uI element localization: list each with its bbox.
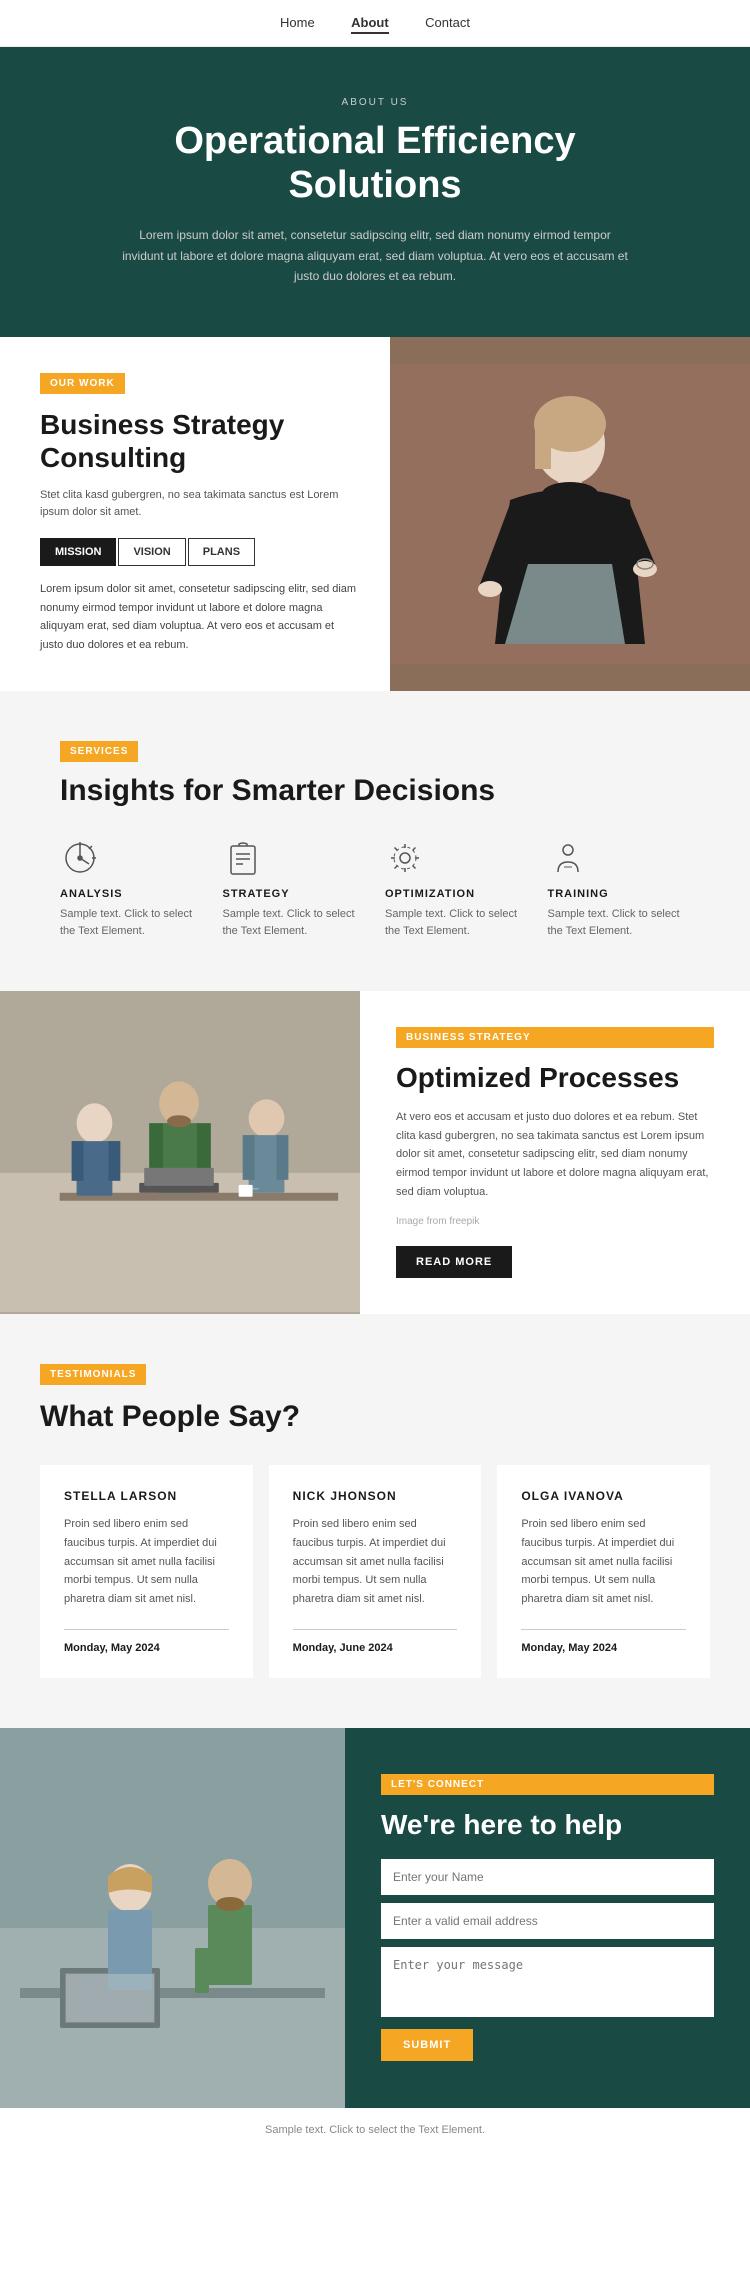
our-work-content: OUR WORK Business Strategy Consulting St… — [0, 337, 390, 691]
testimonial-divider-3 — [521, 1629, 686, 1630]
service-training: TRAINING Sample text. Click to select th… — [548, 838, 691, 941]
optimization-text: Sample text. Click to select the Text El… — [385, 906, 528, 941]
testimonial-stella-text: Proin sed libero enim sed faucibus turpi… — [64, 1515, 229, 1608]
biz-badge: BUSINESS STRATEGY — [396, 1027, 714, 1048]
analysis-text: Sample text. Click to select the Text El… — [60, 906, 203, 941]
contact-photo — [0, 1728, 345, 2108]
our-work-image — [390, 337, 750, 691]
testimonial-nick-date: Monday, June 2024 — [293, 1642, 458, 1654]
tabs-container: MISSION VISION PLANS — [40, 538, 360, 566]
submit-button[interactable]: SUBMIT — [381, 2029, 473, 2061]
nav-about[interactable]: About — [351, 15, 389, 34]
services-badge: SERVICES — [60, 741, 138, 762]
testimonials-title: What People Say? — [40, 1399, 710, 1435]
strategy-icon — [223, 838, 263, 878]
business-strategy-section: BUSINESS STRATEGY Optimized Processes At… — [0, 991, 750, 1314]
email-input[interactable] — [381, 1903, 714, 1939]
testimonials-grid: STELLA LARSON Proin sed libero enim sed … — [40, 1465, 710, 1677]
training-text: Sample text. Click to select the Text El… — [548, 906, 691, 941]
training-icon — [548, 838, 588, 878]
testimonial-divider-2 — [293, 1629, 458, 1630]
footer-note: Sample text. Click to select the Text El… — [0, 2108, 750, 2152]
contact-form: SUBMIT — [381, 1859, 714, 2061]
tab-plans[interactable]: PLANS — [188, 538, 255, 566]
tab-content-text: Lorem ipsum dolor sit amet, consetetur s… — [40, 580, 360, 655]
testimonial-olga: OLGA IVANOVA Proin sed libero enim sed f… — [497, 1465, 710, 1677]
nav-contact[interactable]: Contact — [425, 15, 470, 30]
tab-vision[interactable]: VISION — [118, 538, 185, 566]
name-input[interactable] — [381, 1859, 714, 1895]
our-work-badge: OUR WORK — [40, 373, 125, 394]
biz-image — [0, 991, 360, 1314]
biz-paragraph: At vero eos et accusam et justo duo dolo… — [396, 1108, 714, 1201]
analysis-icon — [60, 838, 100, 878]
hero-about-label: ABOUT US — [120, 97, 630, 108]
testimonial-stella-date: Monday, May 2024 — [64, 1642, 229, 1654]
testimonial-nick-text: Proin sed libero enim sed faucibus turpi… — [293, 1515, 458, 1608]
testimonial-stella: STELLA LARSON Proin sed libero enim sed … — [40, 1465, 253, 1677]
analysis-label: ANALYSIS — [60, 888, 203, 900]
navigation: Home About Contact — [0, 0, 750, 47]
optimization-label: OPTIMIZATION — [385, 888, 528, 900]
strategy-text: Sample text. Click to select the Text El… — [223, 906, 366, 941]
testimonial-divider-1 — [64, 1629, 229, 1630]
our-work-section: OUR WORK Business Strategy Consulting St… — [0, 337, 750, 691]
testimonial-olga-text: Proin sed libero enim sed faucibus turpi… — [521, 1515, 686, 1608]
service-analysis: ANALYSIS Sample text. Click to select th… — [60, 838, 203, 941]
testimonials-badge: TESTIMONIALS — [40, 1364, 146, 1385]
contact-section: LET'S CONNECT We're here to help SUBMIT — [0, 1728, 750, 2108]
testimonial-olga-date: Monday, May 2024 — [521, 1642, 686, 1654]
training-label: TRAINING — [548, 888, 691, 900]
our-work-photo — [390, 337, 750, 691]
biz-title: Optimized Processes — [396, 1062, 714, 1094]
hero-section: ABOUT US Operational Efficiency Solution… — [0, 47, 750, 337]
services-section: SERVICES Insights for Smarter Decisions … — [0, 691, 750, 991]
testimonials-section: TESTIMONIALS What People Say? STELLA LAR… — [0, 1314, 750, 1727]
footer-note-text: Sample text. Click to select the Text El… — [265, 2124, 485, 2136]
our-work-subdesc: Stet clita kasd gubergren, no sea takima… — [40, 487, 360, 522]
biz-image-credit: Image from freepik — [396, 1213, 714, 1230]
nav-home[interactable]: Home — [280, 15, 315, 30]
contact-form-area: LET'S CONNECT We're here to help SUBMIT — [345, 1728, 750, 2108]
testimonial-nick-name: NICK JHONSON — [293, 1489, 458, 1503]
strategy-label: STRATEGY — [223, 888, 366, 900]
service-strategy: STRATEGY Sample text. Click to select th… — [223, 838, 366, 941]
read-more-button[interactable]: READ MORE — [396, 1246, 512, 1278]
service-optimization: OPTIMIZATION Sample text. Click to selec… — [385, 838, 528, 941]
testimonial-stella-name: STELLA LARSON — [64, 1489, 229, 1503]
biz-content: BUSINESS STRATEGY Optimized Processes At… — [360, 991, 750, 1314]
hero-title: Operational Efficiency Solutions — [120, 120, 630, 207]
testimonial-nick: NICK JHONSON Proin sed libero enim sed f… — [269, 1465, 482, 1677]
biz-photo — [0, 991, 360, 1314]
tab-mission[interactable]: MISSION — [40, 538, 116, 566]
lets-connect-badge: LET'S CONNECT — [381, 1774, 714, 1795]
services-grid: ANALYSIS Sample text. Click to select th… — [60, 838, 690, 941]
hero-description: Lorem ipsum dolor sit amet, consetetur s… — [120, 225, 630, 286]
services-title: Insights for Smarter Decisions — [60, 774, 690, 808]
message-input[interactable] — [381, 1947, 714, 2017]
optimization-icon — [385, 838, 425, 878]
contact-image — [0, 1728, 345, 2108]
contact-title: We're here to help — [381, 1809, 714, 1841]
our-work-title: Business Strategy Consulting — [40, 408, 360, 475]
testimonial-olga-name: OLGA IVANOVA — [521, 1489, 686, 1503]
